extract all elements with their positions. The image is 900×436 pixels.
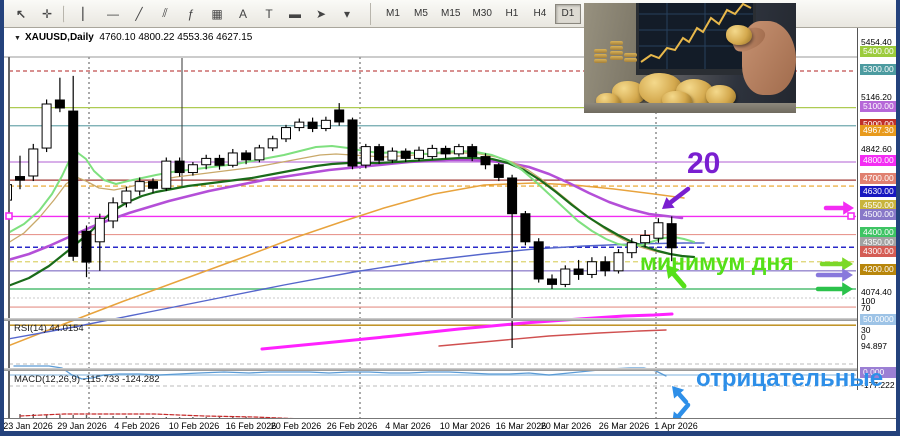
timeframe-h1[interactable]: H1: [499, 4, 525, 24]
annotation-negative: отрицательные: [696, 365, 884, 392]
arrow-to-ma20: [668, 186, 691, 205]
window-frame: [4, 431, 896, 436]
time-axis[interactable]: 23 Jan 2026 29 Jan 2026 4 Feb 2026 10 Feb 2…: [3, 418, 896, 431]
cursor-tool[interactable]: ↖: [9, 3, 33, 25]
timeframe-m5[interactable]: M5: [408, 4, 434, 24]
level-badge-5400.00: 5400.00: [860, 46, 896, 58]
text-tool[interactable]: A: [231, 3, 255, 25]
macd-tick: 94.897: [861, 341, 887, 351]
level-badge-4500.00: 4500.00: [860, 209, 896, 221]
rsi-value-badge: 50.0000: [860, 313, 896, 325]
separator-tool: [63, 4, 71, 23]
date-label: 4 Feb 2026: [114, 421, 160, 431]
level-badge-4967.30: 4967.30: [860, 124, 896, 136]
rsi-label: RSI(14) 44.0154: [14, 323, 84, 334]
arrow-macd: [676, 402, 691, 418]
level-badge-5300.00: 5300.00: [860, 64, 896, 76]
level-badge-4800.00: 4800.00: [860, 154, 896, 166]
dropdown-tool[interactable]: ▾: [335, 3, 359, 25]
arrow-4550-head: [842, 257, 853, 271]
date-label: 10 Feb 2026: [168, 421, 220, 431]
ohlc-values: 4760.10 4800.22 4553.36 4627.15: [99, 32, 253, 43]
date-label: 1 Apr 2026: [654, 421, 698, 431]
date-label: 4 Mar 2026: [385, 421, 431, 431]
timeframe-m1[interactable]: M1: [380, 4, 406, 24]
level-badge-5100.00: 5100.00: [860, 100, 896, 112]
annotation-ma-period: 20: [687, 147, 721, 180]
fibonacci-tool[interactable]: ƒ: [179, 3, 203, 25]
arrows-tool[interactable]: ➤: [309, 3, 333, 25]
arrow-4400-head: [842, 282, 853, 296]
shapes-tool[interactable]: ▬: [283, 3, 307, 25]
level-badge-4700.00: 4700.00: [860, 173, 896, 185]
date-label: 26 Feb 2026: [326, 421, 378, 431]
rsi-tick: 70: [861, 303, 871, 313]
date-label: 20 Mar 2026: [540, 421, 592, 431]
date-label: 26 Mar 2026: [598, 421, 650, 431]
date-label: 16 Feb 2026: [225, 421, 277, 431]
price-scale[interactable]: 5454.405146.204842.604074.405602.005400.…: [857, 0, 896, 390]
annotation-day-minimum: минимум дня: [640, 249, 794, 275]
trendline-tool[interactable]: ╱: [127, 3, 151, 25]
level-badge-4300.00: 4300.00: [860, 245, 896, 257]
pane-divider-rsi[interactable]: [4, 318, 896, 321]
timeframe-h4[interactable]: H4: [527, 4, 553, 24]
chart-dropdown-icon[interactable]: ▼: [14, 35, 21, 42]
symbol-name: XAUUSD,Daily: [24, 32, 94, 43]
vertical-line-tool[interactable]: ▏: [75, 3, 99, 25]
arrow-rsi: [676, 391, 689, 405]
date-label: 29 Jan 2026: [57, 421, 107, 431]
timeframe-m15[interactable]: M15: [436, 4, 465, 24]
chart-title: ▼ XAUUSD,Daily 4760.10 4800.22 4553.36 46…: [14, 32, 252, 43]
date-label: 10 Mar 2026: [439, 421, 491, 431]
macd-label: MACD(12,26,9) -115.733 -124.282: [14, 374, 160, 385]
level-badge-4200.00: 4200.00: [860, 263, 896, 275]
level-badge-4630.00: 4630.00: [860, 185, 896, 197]
date-label: 20 Feb 2026: [270, 421, 322, 431]
grid-tool[interactable]: ▦: [205, 3, 229, 25]
mt4-chart-window: ↖✛▏―╱⫽ƒ▦AT▬➤▾M1M5M15M30H1H4D1W1MN ▼XAUUS…: [0, 0, 900, 436]
timeframe-m30[interactable]: M30: [467, 4, 496, 24]
text-label-tool[interactable]: T: [257, 3, 281, 25]
date-label: 23 Jan 2026: [3, 421, 53, 431]
timeframe-d1[interactable]: D1: [554, 3, 581, 24]
date-label: 16 Mar 2026: [495, 421, 547, 431]
price-tick: 4842.60: [861, 144, 892, 154]
horizontal-line-tool[interactable]: ―: [101, 3, 125, 25]
crosshair-tool[interactable]: ✛: [35, 3, 59, 25]
photo-overlay: [584, 3, 796, 113]
equidistant-channel-tool[interactable]: ⫽: [153, 3, 177, 25]
